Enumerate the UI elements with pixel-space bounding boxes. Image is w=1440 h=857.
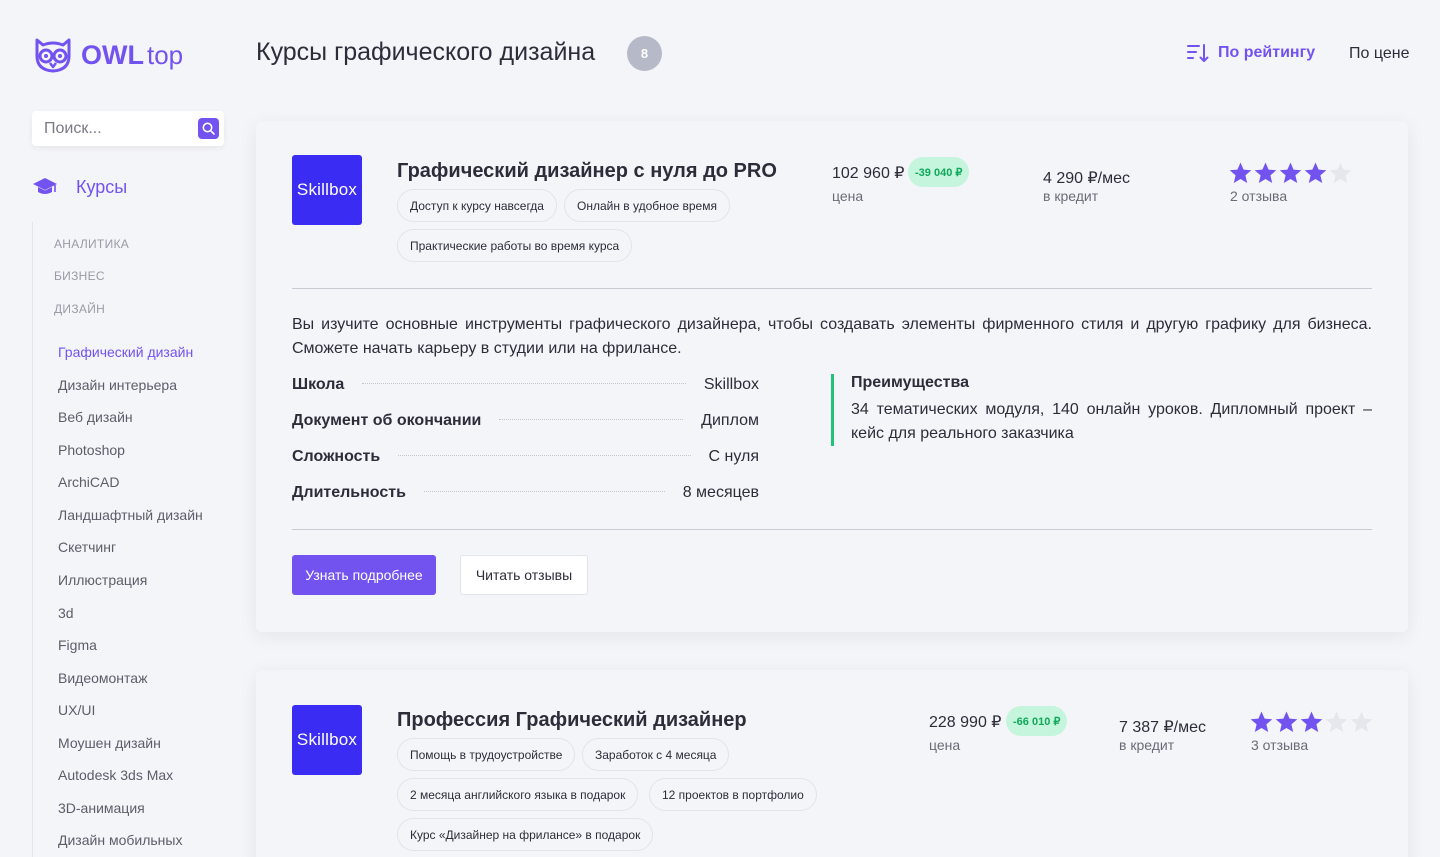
sidebar-item-graphic-design[interactable]: Графический дизайн (58, 344, 193, 360)
course-tag: Помощь в трудоустройстве (397, 738, 576, 771)
advantages-text: 34 тематических модуля, 140 онлайн уроко… (851, 401, 1372, 442)
course-title[interactable]: Профессия Графический дизайнер (397, 709, 747, 732)
course-tag: Доступ к курсу навсегда (397, 189, 557, 222)
course-tag: 12 проектов в портфолио (649, 778, 817, 811)
sidebar-group-design[interactable]: ДИЗАЙН (54, 302, 105, 316)
spec-label: Сложность (292, 448, 381, 465)
star-empty-icon (1350, 711, 1373, 732)
sidebar-group-business[interactable]: БИЗНЕС (54, 269, 105, 283)
spec-dots (499, 419, 684, 420)
sidebar-item-video-editing[interactable]: Видеомонтаж (58, 670, 147, 686)
course-tag: Онлайн в удобное время (564, 189, 730, 222)
card-divider (292, 529, 1372, 530)
spec-label: Длительность (292, 484, 406, 501)
course-price: 102 960 ₽ (832, 165, 905, 182)
sort-by-rating-label: По рейтингу (1218, 44, 1316, 61)
course-count-badge: 8 (627, 36, 662, 71)
sidebar-item-ux-ui[interactable]: UX/UI (58, 702, 95, 718)
discount-badge: -66 010 ₽ (1006, 706, 1068, 736)
spec-value: Skillbox (703, 376, 759, 393)
course-price: 228 990 ₽ (929, 714, 1002, 731)
sidebar-item-sketching[interactable]: Скетчинг (58, 539, 116, 555)
credit-price: 7 387 ₽/мес (1119, 719, 1207, 736)
sort-by-rating-button[interactable]: По рейтингу (1187, 43, 1315, 63)
spec-dots (362, 383, 686, 384)
rating-stars (1249, 710, 1374, 735)
owl-logo-icon (35, 38, 71, 73)
course-description: Вы изучите основные инструменты графичес… (292, 316, 1372, 357)
sidebar-divider (32, 222, 33, 857)
sort-by-price-button[interactable]: По цене (1349, 45, 1409, 63)
sidebar-item-photoshop[interactable]: Photoshop (58, 442, 125, 458)
credit-label: в кредит (1119, 737, 1175, 753)
advantages-block: Преимущества 34 тематических модуля, 140… (831, 374, 1372, 446)
star-empty-icon (1325, 711, 1348, 732)
course-tag: 2 месяца английского языка в подарок (397, 778, 639, 811)
search-input[interactable] (32, 119, 192, 138)
sidebar-item-motion-design[interactable]: Моушен дизайн (58, 735, 161, 751)
star-filled-icon (1275, 711, 1298, 732)
sidebar-group-analytics[interactable]: АНАЛИТИКА (54, 237, 129, 251)
page-title: Курсы графического дизайна (256, 38, 596, 66)
rating-stars (1228, 161, 1353, 186)
course-card: Skillbox Графический дизайнер с нуля до … (256, 121, 1408, 632)
brand-suffix: top (146, 39, 184, 70)
sidebar-item-3d-animation[interactable]: 3D-анимация (58, 800, 145, 816)
course-tag: Курс «Дизайнер на фрилансе» в подарок (397, 818, 654, 851)
search-box (32, 111, 224, 146)
spec-dots (398, 455, 691, 456)
sort-icon (1187, 44, 1209, 62)
spec-row-school: Школа Skillbox (292, 376, 759, 394)
sidebar-item-figma[interactable]: Figma (58, 637, 97, 653)
read-reviews-button[interactable]: Читать отзывы (460, 555, 588, 595)
sidebar-item-landscape-design[interactable]: Ландшафтный дизайн (58, 507, 203, 523)
advantages-title: Преимущества (851, 374, 969, 391)
sidebar-item-3ds-max[interactable]: Autodesk 3ds Max (58, 767, 173, 783)
star-filled-icon (1254, 162, 1277, 183)
brand-logo[interactable]: OWL top (31, 36, 183, 74)
sidebar-item-illustration[interactable]: Иллюстрация (58, 572, 147, 588)
brand-name: OWL (81, 39, 144, 70)
school-logo[interactable]: Skillbox (292, 705, 362, 775)
reviews-count[interactable]: 2 отзыва (1230, 188, 1287, 204)
spec-value: Диплом (701, 412, 759, 429)
credit-price: 4 290 ₽/мес (1043, 170, 1131, 187)
learn-more-button[interactable]: Узнать подробнее (292, 555, 436, 595)
course-tag: Практические работы во время курса (397, 229, 633, 262)
sidebar-item-web-design[interactable]: Веб дизайн (58, 409, 133, 425)
discount-badge: -39 040 ₽ (908, 157, 970, 187)
sidebar-courses-heading[interactable]: Курсы (32, 176, 127, 198)
price-label: цена (832, 188, 864, 204)
spec-dots (423, 491, 665, 492)
card-divider (292, 288, 1372, 289)
spec-label: Документ об окончании (292, 412, 482, 429)
spec-value: С нуля (708, 448, 759, 465)
star-filled-icon (1229, 162, 1252, 183)
reviews-count[interactable]: 3 отзыва (1251, 737, 1308, 753)
graduation-cap-icon (33, 178, 57, 194)
spec-value: 8 месяцев (682, 484, 759, 501)
star-empty-icon (1329, 162, 1352, 183)
sidebar-item-interior-design[interactable]: Дизайн интерьера (58, 377, 177, 393)
spec-row-duration: Длительность 8 месяцев (292, 484, 759, 502)
credit-label: в кредит (1043, 188, 1099, 204)
star-filled-icon (1300, 711, 1323, 732)
sidebar-item-archicad[interactable]: ArchiCAD (58, 474, 119, 490)
sidebar-item-mobile-design[interactable]: Дизайн мобильных (58, 832, 182, 848)
search-button[interactable] (198, 118, 219, 139)
spec-label: Школа (292, 376, 345, 393)
school-logo[interactable]: Skillbox (292, 155, 362, 225)
sidebar-item-3d[interactable]: 3d (58, 605, 74, 621)
spec-row-difficulty: Сложность С нуля (292, 448, 759, 466)
star-filled-icon (1279, 162, 1302, 183)
price-label: цена (929, 737, 961, 753)
course-tag: Заработок с 4 месяца (582, 738, 730, 771)
sidebar-courses-label: Курсы (76, 176, 128, 197)
search-icon (202, 122, 215, 135)
spec-row-document: Документ об окончании Диплом (292, 412, 759, 430)
course-card: Skillbox Профессия Графический дизайнер … (256, 670, 1408, 857)
star-filled-icon (1304, 162, 1327, 183)
star-filled-icon (1250, 711, 1273, 732)
course-title[interactable]: Графический дизайнер с нуля до PRO (397, 160, 777, 183)
